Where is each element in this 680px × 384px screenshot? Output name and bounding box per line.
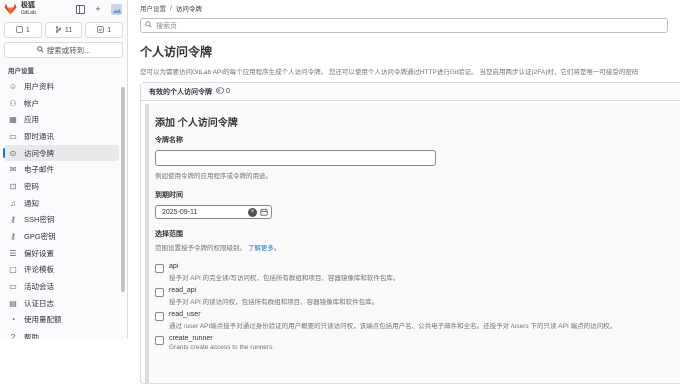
monitor-icon: ▭ bbox=[9, 282, 17, 292]
scopes-help: 范围设置授予令牌的权限级别。 了解更多。 bbox=[155, 245, 281, 252]
scope-create-runner-checkbox[interactable] bbox=[155, 336, 164, 345]
breadcrumb-current[interactable]: 访问令牌 bbox=[176, 3, 202, 13]
scope-read-api: read_api 授予对 API 的读访问权，包括所有群组和项目、容器镜像库和软件… bbox=[155, 287, 680, 306]
breadcrumb-user-settings[interactable]: 用户设置 bbox=[140, 3, 166, 13]
scope-read-api-checkbox[interactable] bbox=[155, 288, 164, 297]
avatar[interactable] bbox=[109, 2, 123, 16]
scope-read-user-checkbox[interactable] bbox=[155, 312, 164, 321]
sidebar-item-help[interactable]: ? 帮助 bbox=[0, 329, 47, 339]
sidebar-item-usage-quotas[interactable]: ◔ 使用量配额 bbox=[0, 312, 127, 329]
log-icon: ▤ bbox=[9, 298, 17, 308]
mail-icon: ✉ bbox=[9, 165, 17, 175]
sidebar-item-profile[interactable]: ☺ 用户资料 bbox=[0, 78, 127, 95]
sidebar-item-emails[interactable]: ✉ 电子邮件 bbox=[0, 161, 127, 178]
merge-requests-counter[interactable]: 1 bbox=[4, 22, 42, 38]
token-name-input[interactable] bbox=[155, 150, 436, 166]
branch-icon bbox=[55, 25, 62, 35]
todos-counter[interactable]: 1 bbox=[85, 22, 124, 38]
breadcrumb: 用户设置 / 访问令牌 bbox=[128, 0, 680, 16]
quota-icon: ◔ bbox=[10, 315, 16, 325]
user-icon: ☺ bbox=[8, 81, 18, 91]
help-icon: ? bbox=[10, 332, 16, 339]
card-header: 有效的个人访问令牌 0 bbox=[141, 83, 680, 101]
sidebar-item-account[interactable]: ⚇ 帐户 bbox=[0, 95, 127, 112]
sidebar-item-chat[interactable]: ▭ 即时通讯 bbox=[0, 128, 127, 145]
applications-icon: ▦ bbox=[9, 115, 17, 125]
sidebar-header: 极狐 GitLab + bbox=[0, 0, 127, 18]
expiry-date-input[interactable]: 2025-09-11 × bbox=[155, 205, 272, 219]
sidebar-item-active-sessions[interactable]: ▭ 活动会话 bbox=[0, 278, 127, 295]
sidebar-item-applications[interactable]: ▦ 应用 bbox=[0, 111, 127, 128]
sidebar-item-preferences[interactable]: ☰ 偏好设置 bbox=[0, 245, 127, 262]
sidebar-section-title: 用户设置 bbox=[8, 68, 34, 75]
learn-more-link[interactable]: 了解更多。 bbox=[248, 245, 281, 252]
scope-read-user: read_user 通过 /user API端点授予对通过身份验证的用户概要的只读… bbox=[155, 311, 680, 330]
comment-icon: ▢ bbox=[9, 265, 17, 275]
preferences-icon: ☰ bbox=[9, 248, 17, 258]
sidebar-scrollbar[interactable] bbox=[121, 87, 125, 292]
search-input[interactable]: 搜索页 bbox=[140, 18, 668, 33]
key-icon: ⚷ bbox=[10, 232, 16, 242]
sidebar: 极狐 GitLab + 1 11 1 搜索或转到... 用户设置 ☺ 用户资料 … bbox=[0, 0, 128, 339]
chat-icon: ▭ bbox=[9, 131, 17, 141]
sidebar-item-password[interactable]: ⊡ 密码 bbox=[0, 178, 127, 195]
merge-request-icon bbox=[16, 25, 23, 35]
breadcrumb-separator: / bbox=[170, 4, 172, 12]
scope-api-checkbox[interactable] bbox=[155, 264, 164, 273]
scope-api: api 授予对 API 的完全读/写访问权，包括所有群组和项目、容器镜像库和软件包… bbox=[155, 263, 680, 282]
scopes-label: 选择范围 bbox=[155, 231, 183, 238]
sidebar-item-ssh-keys[interactable]: ⚷ SSH密钥 bbox=[0, 212, 127, 229]
plus-icon[interactable]: + bbox=[91, 2, 105, 16]
brand-name: 极狐 GitLab bbox=[21, 1, 36, 16]
collapse-sidebar-icon[interactable] bbox=[73, 2, 87, 16]
sidebar-item-access-tokens[interactable]: ⊙ 访问令牌 bbox=[3, 144, 119, 162]
form-title: 添加 个人访问令牌 bbox=[155, 118, 238, 129]
expiry-label: 到期时间 bbox=[155, 192, 183, 199]
sidebar-item-comment-templates[interactable]: ▢ 评论模板 bbox=[0, 262, 127, 279]
gitlab-logo-icon[interactable] bbox=[4, 3, 17, 15]
notification-icon: ♫ bbox=[10, 198, 16, 208]
sidebar-item-notifications[interactable]: ♫ 通知 bbox=[0, 195, 127, 212]
token-icon: ⊙ bbox=[9, 148, 17, 158]
key-icon: ⚷ bbox=[10, 215, 16, 225]
page-title: 个人访问令牌 bbox=[140, 45, 213, 59]
page-description: 您可以为需要访问GitLab API的每个应用程序生成个人访问令牌。 您还可以使… bbox=[140, 69, 639, 76]
clear-date-icon[interactable]: × bbox=[248, 208, 257, 217]
token-name-label: 令牌名称 bbox=[155, 137, 183, 144]
search-icon bbox=[145, 21, 152, 30]
token-icon bbox=[216, 87, 224, 96]
account-icon: ⚇ bbox=[9, 98, 17, 108]
search-icon bbox=[36, 45, 44, 55]
sidebar-item-auth-log[interactable]: ▤ 认证日志 bbox=[0, 295, 127, 312]
add-token-form: 添加 个人访问令牌 令牌名称 例如使用令牌的应用程序或令牌的用途。 到期时间 2… bbox=[145, 104, 680, 383]
calendar-icon[interactable] bbox=[260, 208, 268, 218]
branches-counter[interactable]: 11 bbox=[44, 22, 83, 38]
sidebar-item-gpg-keys[interactable]: ⚷ GPG密钥 bbox=[0, 228, 127, 245]
scope-create-runner: create_runner Grants create access to the… bbox=[155, 335, 680, 351]
search-or-goto-button[interactable]: 搜索或转到... bbox=[4, 42, 123, 58]
token-count: 0 bbox=[216, 87, 230, 96]
lock-icon: ⊡ bbox=[9, 181, 17, 191]
token-name-help: 例如使用令牌的应用程序或令牌的用途。 bbox=[155, 173, 272, 180]
todo-icon bbox=[97, 25, 104, 35]
